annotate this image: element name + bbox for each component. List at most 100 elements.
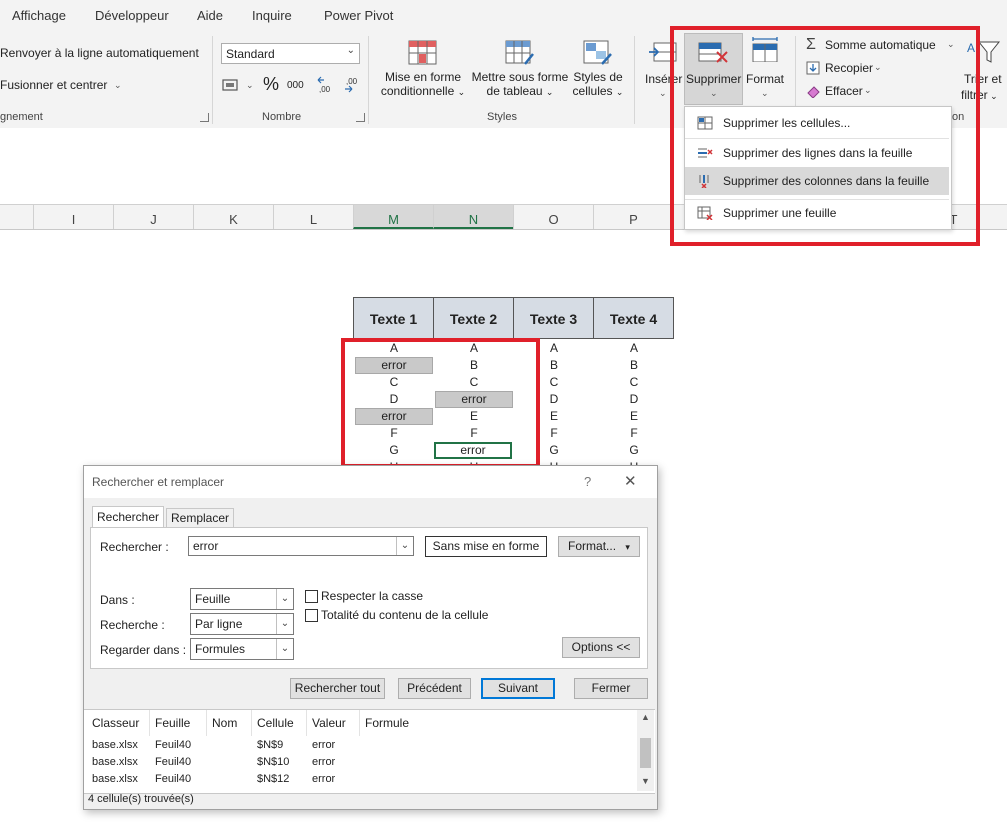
result-workbook[interactable]: base.xlsx <box>92 737 138 754</box>
results-header-formule[interactable]: Formule <box>361 710 441 736</box>
options-button[interactable]: Options << <box>562 637 640 658</box>
find-input[interactable]: error ⌄ <box>188 536 414 556</box>
result-value[interactable]: error <box>312 754 335 771</box>
chevron-down-icon: ⌄ <box>615 87 624 97</box>
column-header-o[interactable]: O <box>513 205 593 229</box>
table-header-texte3[interactable]: Texte 3 <box>513 297 594 339</box>
highlight-delete-menu <box>670 26 980 246</box>
chevron-down-icon: ⌄ <box>346 45 355 56</box>
results-header-valeur[interactable]: Valeur <box>308 710 360 736</box>
cell[interactable]: B <box>594 357 674 374</box>
search-order-label: Recherche : <box>100 618 165 632</box>
format-button[interactable]: Format... ▾ <box>558 536 640 557</box>
cell[interactable]: F <box>594 425 674 442</box>
match-case-checkbox[interactable] <box>305 590 318 603</box>
column-header-n[interactable]: N <box>433 205 513 229</box>
highlight-error-cells <box>341 338 540 468</box>
results-header-nom[interactable]: Nom <box>208 710 252 736</box>
status-bar-text: 4 cellule(s) trouvée(s) <box>88 793 194 805</box>
tab-inquire[interactable]: Inquire <box>252 8 292 23</box>
table-header-texte2[interactable]: Texte 2 <box>433 297 514 339</box>
no-format-button[interactable]: Sans mise en forme <box>425 536 547 557</box>
merge-center-button[interactable]: Fusionner et centrer <box>0 78 107 92</box>
table-header-texte4[interactable]: Texte 4 <box>593 297 674 339</box>
chevron-down-icon[interactable]: ▼ <box>641 776 650 786</box>
column-header-l[interactable]: L <box>273 205 353 229</box>
result-cell[interactable]: $N$9 <box>257 737 283 754</box>
look-in-select[interactable]: Formules ⌄ <box>190 638 294 660</box>
within-select[interactable]: Feuille ⌄ <box>190 588 294 610</box>
chevron-down-icon: ⌄ <box>457 87 466 97</box>
column-header-m[interactable]: M <box>353 205 433 229</box>
button-label: conditionnelle <box>380 84 455 98</box>
close-icon[interactable]: ✕ <box>624 472 637 490</box>
cell[interactable]: D <box>594 391 674 408</box>
find-previous-button[interactable]: Précédent <box>398 678 471 699</box>
thousands-button[interactable]: 000 <box>287 80 304 91</box>
result-workbook[interactable]: base.xlsx <box>92 754 138 771</box>
button-label: Mettre sous forme <box>471 70 569 84</box>
cell[interactable]: E <box>594 408 674 425</box>
result-workbook[interactable]: base.xlsx <box>92 771 138 788</box>
cell[interactable]: A <box>594 340 674 357</box>
look-in-value: Formules <box>195 642 246 656</box>
column-header-k[interactable]: K <box>193 205 273 229</box>
number-format-select[interactable]: Standard ⌄ <box>221 43 360 64</box>
scrollbar-thumb[interactable] <box>640 738 651 768</box>
tab-aide[interactable]: Aide <box>197 8 223 23</box>
dialog-launcher-icon[interactable] <box>356 113 365 122</box>
cell[interactable]: C <box>594 374 674 391</box>
chevron-down-icon: ⌄ <box>545 87 554 97</box>
conditional-formatting-button[interactable]: Mise en forme conditionnelle ⌄ <box>376 70 470 98</box>
chevron-up-icon[interactable]: ▲ <box>641 712 650 722</box>
search-order-value: Par ligne <box>195 617 243 631</box>
format-as-table-button[interactable]: Mettre sous forme de tableau ⌄ <box>468 70 572 98</box>
result-sheet[interactable]: Feuil40 <box>155 771 191 788</box>
find-all-button[interactable]: Rechercher tout <box>290 678 385 699</box>
chevron-down-icon[interactable]: ⌄ <box>246 80 254 91</box>
chevron-down-icon[interactable]: ⌄ <box>659 88 667 99</box>
increase-decimal-icon[interactable]: ,00 <box>316 76 336 94</box>
cell-styles-button[interactable]: Styles de cellules ⌄ <box>568 70 628 98</box>
column-header-j[interactable]: J <box>113 205 193 229</box>
tab-power-pivot[interactable]: Power Pivot <box>324 8 393 23</box>
search-order-select[interactable]: Par ligne ⌄ <box>190 613 294 635</box>
entire-cell-label[interactable]: Totalité du contenu de la cellule <box>321 608 488 622</box>
tab-rechercher[interactable]: Rechercher <box>92 506 164 528</box>
find-next-button[interactable]: Suivant <box>481 678 555 699</box>
result-cell[interactable]: $N$10 <box>257 754 289 771</box>
match-case-label[interactable]: Respecter la casse <box>321 589 423 603</box>
results-header-cellule[interactable]: Cellule <box>253 710 307 736</box>
decrease-decimal-icon[interactable]: ,00 <box>343 76 363 94</box>
result-value[interactable]: error <box>312 737 335 754</box>
button-label: Mise en forme <box>384 70 462 84</box>
tab-affichage[interactable]: Affichage <box>12 8 66 23</box>
results-scrollbar[interactable]: ▲ ▼ <box>637 710 654 791</box>
button-label: de tableau <box>486 84 543 98</box>
tab-developpeur[interactable]: Développeur <box>95 8 169 23</box>
result-cell[interactable]: $N$12 <box>257 771 289 788</box>
result-value[interactable]: error <box>312 771 335 788</box>
result-sheet[interactable]: Feuil40 <box>155 737 191 754</box>
cell[interactable]: G <box>594 442 674 459</box>
table-header-texte1[interactable]: Texte 1 <box>353 297 434 339</box>
dialog-launcher-icon[interactable] <box>200 113 209 122</box>
results-header-feuille[interactable]: Feuille <box>151 710 207 736</box>
button-label-2: conditionnelle ⌄ <box>376 84 470 98</box>
wrap-text-button[interactable]: Renvoyer à la ligne automatiquement <box>0 46 199 60</box>
chevron-down-icon: ⌄ <box>987 91 998 101</box>
result-sheet[interactable]: Feuil40 <box>155 754 191 771</box>
button-label: cellules <box>572 84 613 98</box>
tab-remplacer[interactable]: Remplacer <box>166 508 234 528</box>
column-header-i[interactable]: I <box>33 205 113 229</box>
chevron-down-icon[interactable]: ⌄ <box>114 80 122 91</box>
find-input-value: error <box>193 539 219 553</box>
close-button[interactable]: Fermer <box>574 678 648 699</box>
help-icon[interactable]: ? <box>584 474 591 489</box>
percent-button[interactable]: % <box>263 74 279 95</box>
results-header-classeur[interactable]: Classeur <box>88 710 150 736</box>
accounting-format-icon[interactable] <box>222 78 240 92</box>
chevron-down-icon[interactable]: ⌄ <box>396 537 413 555</box>
entire-cell-checkbox[interactable] <box>305 609 318 622</box>
column-header-p[interactable]: P <box>593 205 673 229</box>
